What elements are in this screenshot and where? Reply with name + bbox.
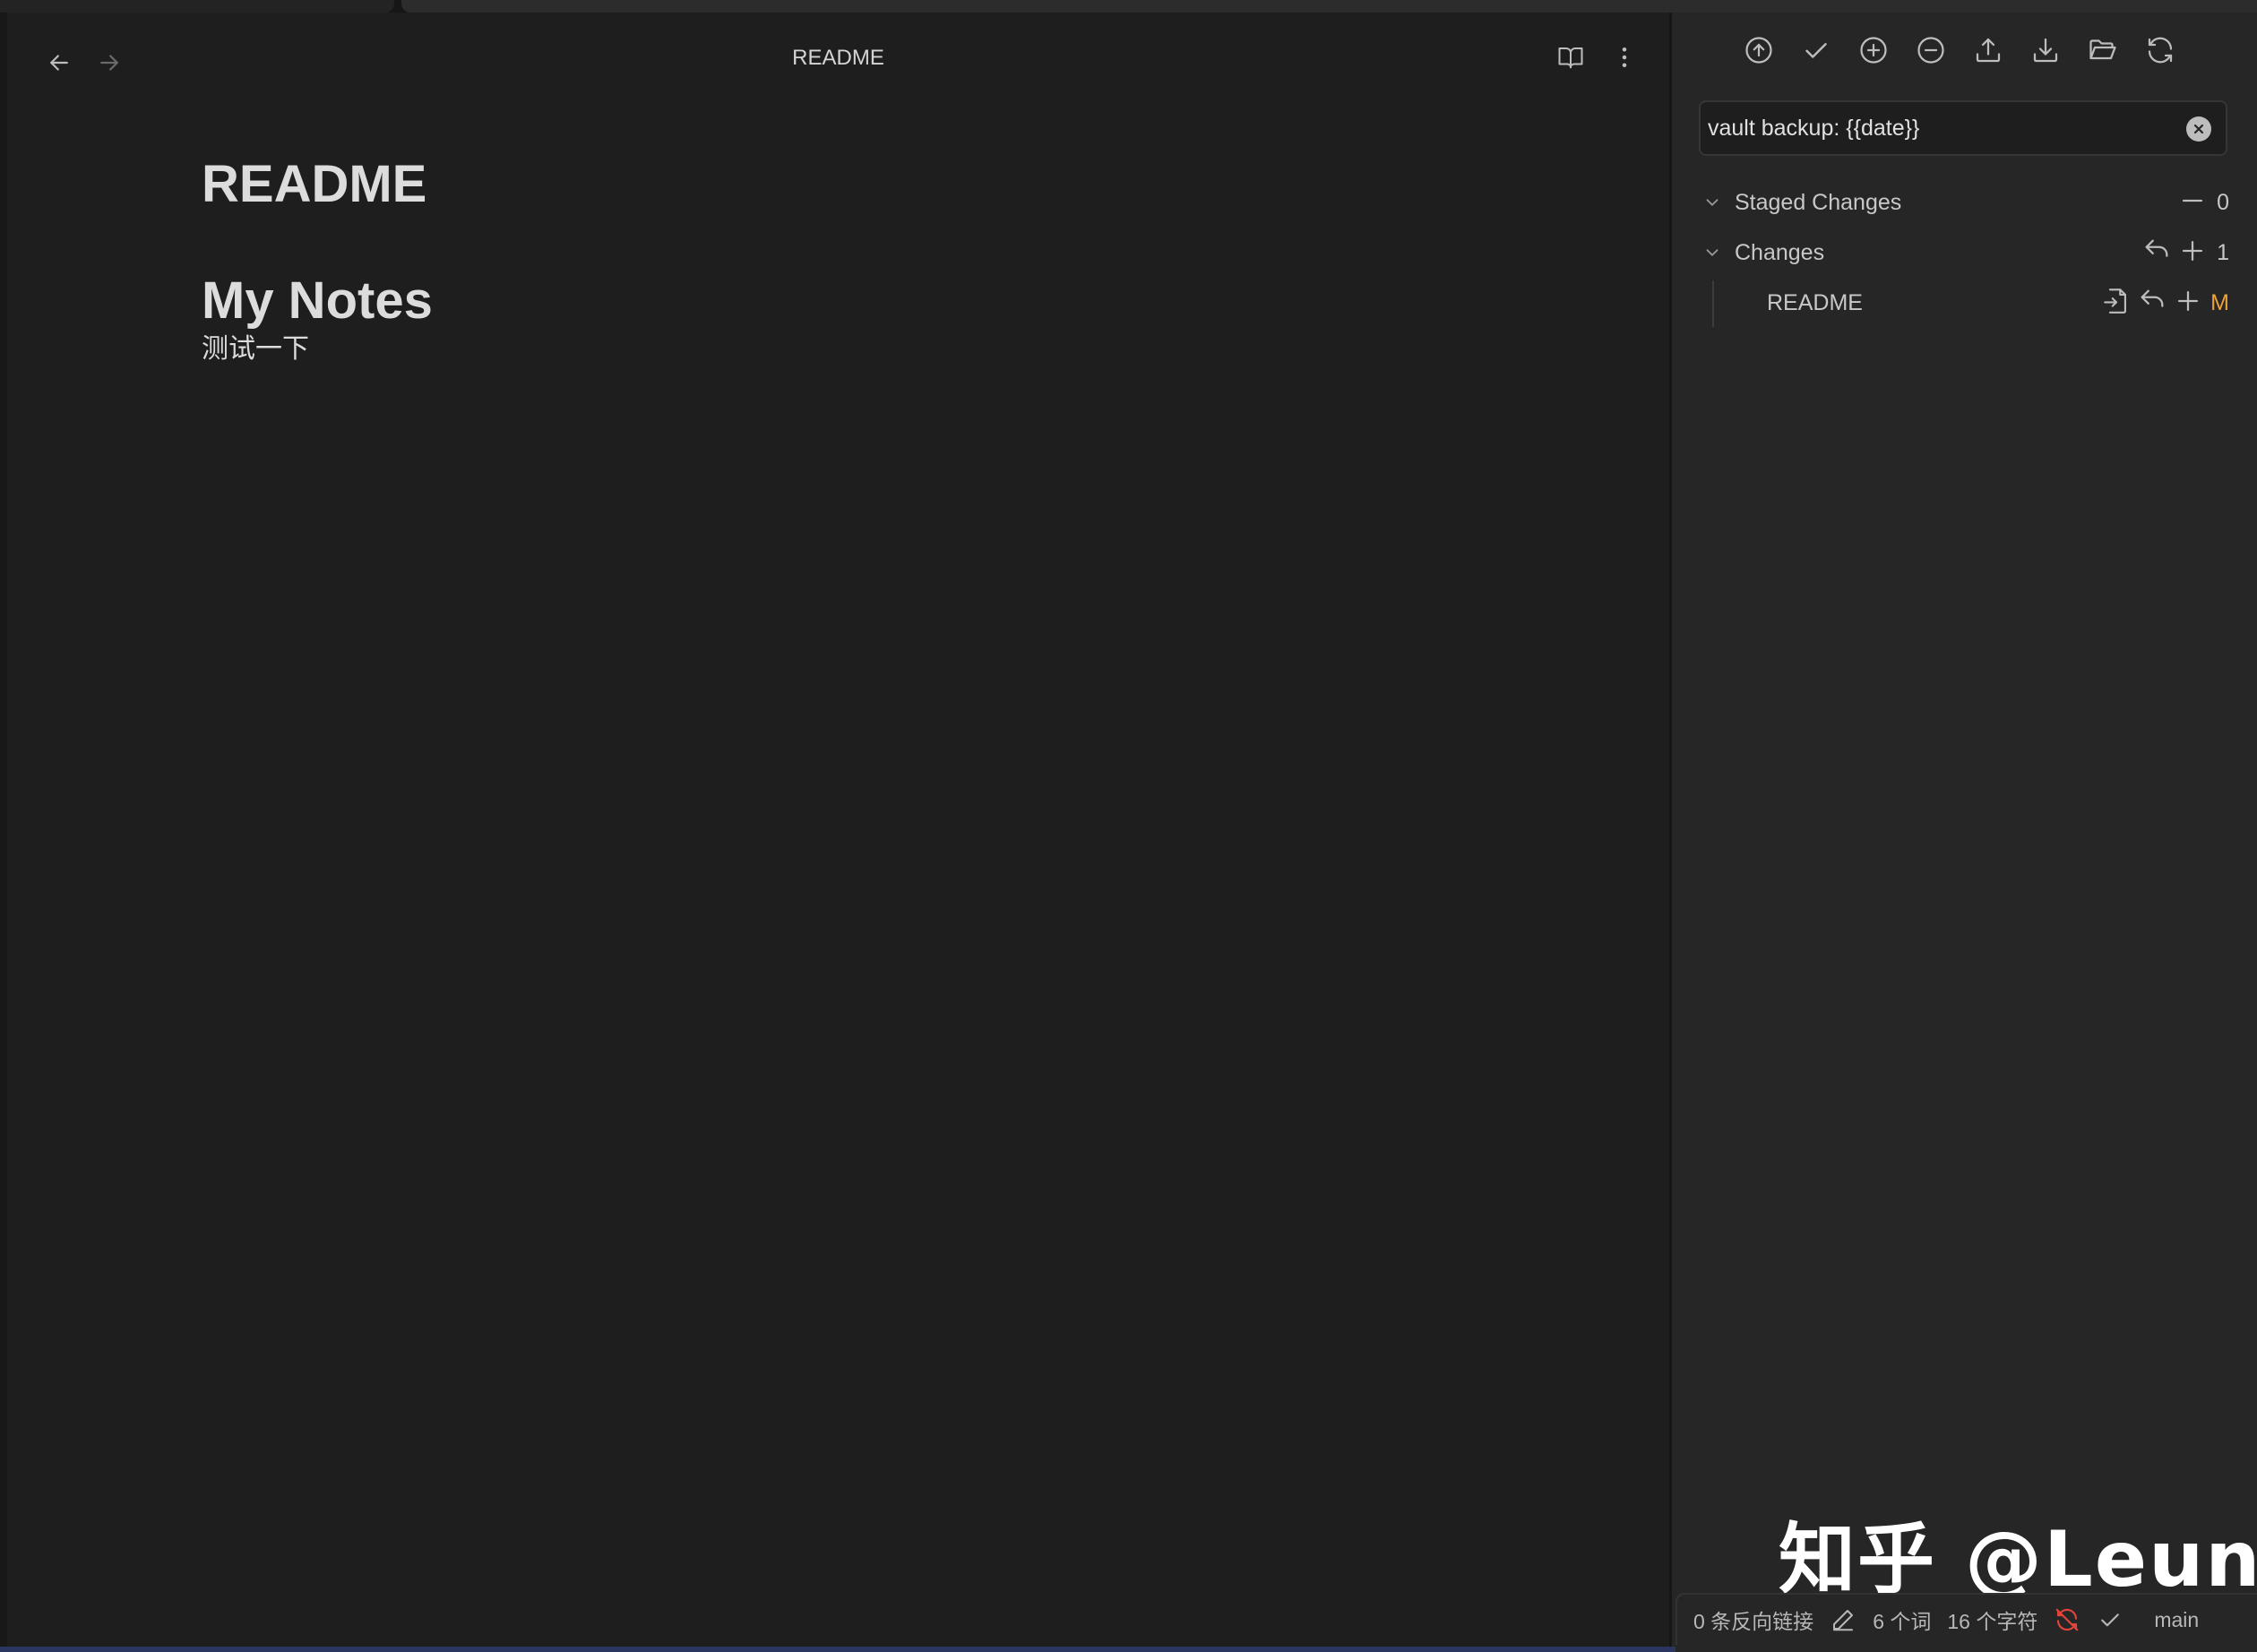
open-file-button[interactable] <box>2101 286 2132 321</box>
download-button[interactable] <box>2026 30 2065 70</box>
unstage-all-staged-button[interactable] <box>2177 185 2208 220</box>
commit-message-input[interactable] <box>1708 109 2174 147</box>
paragraph-text: 测试一下 <box>202 334 309 364</box>
tab-left[interactable] <box>0 0 394 13</box>
open-file-icon <box>2104 288 2127 314</box>
more-vertical-icon <box>1622 47 1627 67</box>
stage-all-icon <box>1860 37 1887 64</box>
git-toolbar <box>1739 30 2180 70</box>
staged-changes-row[interactable]: Staged Changes 0 <box>1699 181 2236 224</box>
app-window: README README My Notes 测试一下 vault backup… <box>0 0 2257 1652</box>
close-icon <box>2193 124 2204 134</box>
clear-commit-button[interactable] <box>2186 116 2211 142</box>
more-options-button[interactable] <box>1607 39 1642 75</box>
bottom-accent-bar <box>0 1647 1676 1652</box>
plus-icon <box>2183 240 2203 261</box>
commit-message-box <box>1699 100 2227 156</box>
changes-actions: 1 <box>2141 236 2229 271</box>
discard-all-button[interactable] <box>2141 236 2172 271</box>
undo-icon <box>2141 289 2164 307</box>
chevron-down-icon[interactable] <box>1699 189 1726 216</box>
view-title[interactable]: README <box>7 43 1669 73</box>
document-title: README <box>202 155 427 213</box>
unstage-all-icon <box>1917 37 1944 64</box>
undo-icon <box>2145 239 2168 257</box>
staged-count: 0 <box>2217 189 2229 215</box>
tab-right[interactable] <box>401 0 2257 13</box>
file-actions: M <box>2101 286 2229 321</box>
commit-button[interactable] <box>1796 30 1836 70</box>
minus-icon <box>2183 199 2203 202</box>
editor-pane: README README My Notes 测试一下 <box>7 13 1669 1645</box>
word-count: 6 个词 <box>1873 1610 1932 1633</box>
stage-file-button[interactable] <box>2173 286 2203 321</box>
refresh-button[interactable] <box>2141 30 2180 70</box>
staged-changes-actions: 0 <box>2177 185 2229 220</box>
discard-file-button[interactable] <box>2137 286 2167 321</box>
upload-button[interactable] <box>1968 30 2008 70</box>
pencil-icon <box>1833 1610 1854 1631</box>
stage-all-button[interactable] <box>1854 30 1893 70</box>
chevron-down-icon[interactable] <box>1699 239 1726 266</box>
stage-all-changes-button[interactable] <box>2177 236 2208 271</box>
open-folder-icon <box>2089 39 2116 60</box>
open-folder-button[interactable] <box>2083 30 2123 70</box>
tree-indent-guide <box>1712 280 1714 327</box>
status-bar: 0 条反向链接 6 个词 16 个字符 main <box>1676 1593 2257 1645</box>
left-edge <box>0 13 7 1652</box>
changes-row[interactable]: Changes 1 <box>1699 231 2236 274</box>
refresh-icon <box>2148 37 2173 64</box>
git-sidebar: Staged Changes 0 Changes 1 <box>1672 13 2257 1652</box>
git-status-button[interactable] <box>2097 1606 2123 1633</box>
sync-status-button[interactable] <box>2054 1606 2080 1633</box>
file-row-readme[interactable]: README M <box>1727 281 2236 324</box>
tab-strip <box>0 0 2257 13</box>
push-icon <box>1745 37 1772 64</box>
sync-off-icon <box>2056 1608 2079 1631</box>
file-status-badge: M <box>2210 289 2229 315</box>
push-button[interactable] <box>1739 30 1779 70</box>
char-count: 16 个字符 <box>1947 1610 2038 1633</box>
commit-icon <box>1805 43 1827 58</box>
staged-changes-label: Staged Changes <box>1735 189 1902 215</box>
changes-count: 1 <box>2217 239 2229 265</box>
document-content: README My Notes 测试一下 <box>202 147 1546 367</box>
plus-icon <box>2178 290 2199 311</box>
book-open-icon <box>1558 47 1583 69</box>
file-name: README <box>1767 289 1863 315</box>
upload-icon <box>1976 38 2001 63</box>
edit-mode-button[interactable] <box>1830 1606 1856 1633</box>
reading-view-button[interactable] <box>1553 39 1589 75</box>
unstage-all-button[interactable] <box>1911 30 1951 70</box>
watermark: 知乎 @Leung <box>1779 1515 2257 1605</box>
backlinks-count[interactable]: 0 条反向链接 <box>1693 1605 1813 1635</box>
check-icon <box>2101 1613 2120 1627</box>
view-actions <box>1553 39 1642 75</box>
download-icon <box>2033 38 2058 63</box>
changes-label: Changes <box>1735 239 1825 265</box>
branch-name[interactable]: main <box>2154 1608 2199 1632</box>
heading-my-notes: My Notes <box>202 271 433 330</box>
